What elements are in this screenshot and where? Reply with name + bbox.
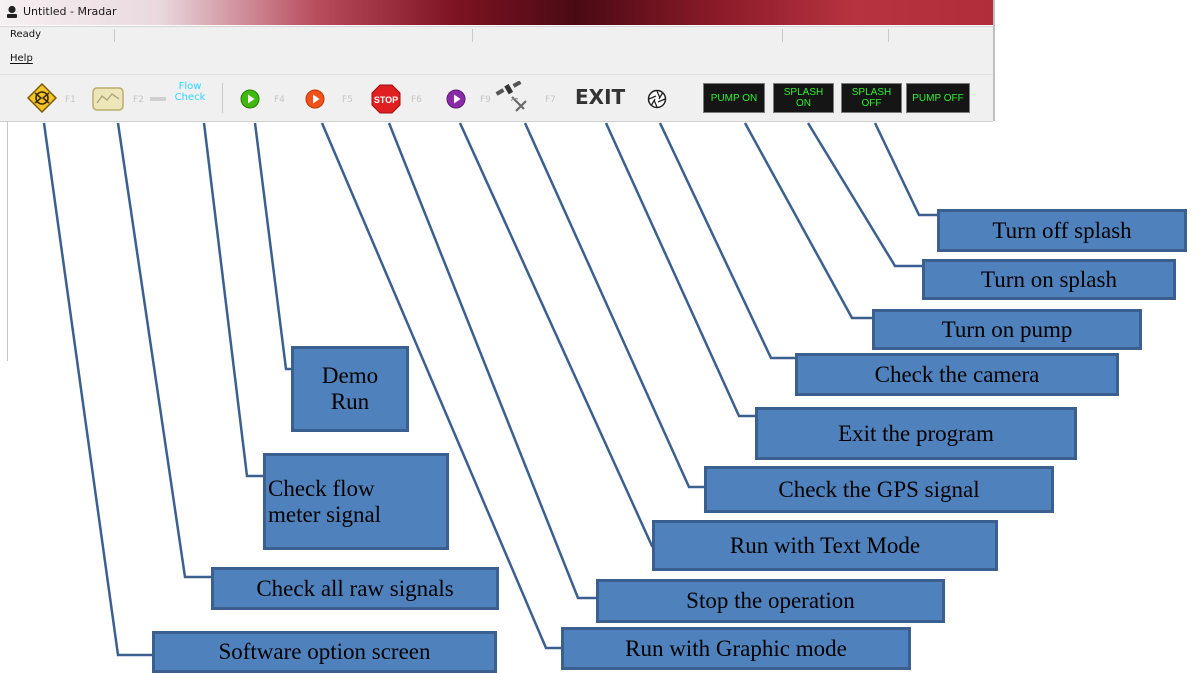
callout-demo-run: Demo Run: [291, 346, 409, 432]
app-icon: [7, 5, 17, 18]
flow-arrow-icon: [150, 97, 166, 101]
leader-line: [458, 122, 654, 548]
leader-line: [42, 122, 153, 657]
pump-off-button[interactable]: PUMP OFF: [906, 83, 970, 113]
text-mode-run-icon[interactable]: [446, 89, 466, 109]
stop-label: STOP: [374, 95, 398, 105]
leader-line: [806, 122, 923, 268]
splash-on-button[interactable]: SPLASH ON: [773, 83, 834, 113]
status-text: Ready: [10, 29, 42, 40]
fkey-label: F4: [274, 95, 285, 105]
status-bar: Ready: [0, 26, 993, 45]
callout-raw-signals: Check all raw signals: [211, 567, 499, 610]
fkey-label: F5: [342, 95, 353, 105]
leader-line: [253, 122, 292, 371]
window-title: Untitled - Mradar: [23, 5, 117, 18]
stop-icon[interactable]: STOP: [371, 84, 401, 114]
graphic-mode-run-icon[interactable]: [305, 89, 325, 109]
callout-camera: Check the camera: [795, 353, 1119, 396]
toolbar-separator: [222, 83, 223, 113]
client-area-edge: [7, 121, 8, 361]
fkey-label: F2: [133, 95, 144, 105]
status-divider: [888, 29, 889, 42]
status-divider: [782, 29, 783, 42]
callout-splash-on: Turn on splash: [922, 259, 1176, 300]
pump-on-button[interactable]: PUMP ON: [703, 83, 765, 113]
callout-exit-program: Exit the program: [755, 407, 1077, 460]
title-bar: Untitled - Mradar: [0, 0, 993, 25]
flow-check-button[interactable]: Flow Check: [173, 81, 207, 103]
leader-line: [202, 122, 264, 478]
fkey-label: F7: [545, 95, 556, 105]
status-divider: [114, 29, 115, 42]
leader-line: [743, 122, 873, 320]
toolbar: F1 F2 Flow Check F4 F5 STOP F6 F9 F7 PUM…: [0, 75, 993, 122]
gps-satellite-icon[interactable]: [494, 81, 530, 113]
leader-line: [873, 122, 938, 217]
callout-pump-on: Turn on pump: [872, 309, 1142, 350]
status-divider: [472, 29, 473, 42]
leader-line: [116, 122, 212, 579]
callout-graphic-mode: Run with Graphic mode: [561, 627, 911, 670]
exit-button[interactable]: EXIT: [575, 85, 625, 109]
fkey-label: F1: [65, 95, 76, 105]
camera-aperture-icon[interactable]: [647, 89, 667, 109]
splash-off-button[interactable]: SPLASH OFF: [841, 83, 902, 113]
menu-help[interactable]: Help: [10, 53, 33, 64]
callout-gps-signal: Check the GPS signal: [704, 466, 1054, 513]
callout-text-mode: Run with Text Mode: [652, 520, 998, 571]
fkey-label: F9: [480, 95, 491, 105]
fkey-label: F6: [411, 95, 422, 105]
demo-run-icon[interactable]: [240, 89, 260, 109]
leader-line: [658, 122, 796, 360]
menu-bar: Help: [0, 44, 993, 75]
window-border: [993, 0, 995, 121]
software-option-icon[interactable]: [27, 83, 57, 113]
callout-stop-operation: Stop the operation: [596, 579, 945, 623]
callout-software-option: Software option screen: [152, 631, 497, 673]
leader-line: [523, 122, 705, 489]
callout-flow-meter: Check flow meter signal: [263, 453, 449, 550]
leader-line: [604, 122, 756, 418]
raw-signals-icon[interactable]: [92, 87, 124, 111]
callout-splash-off: Turn off splash: [937, 209, 1187, 252]
